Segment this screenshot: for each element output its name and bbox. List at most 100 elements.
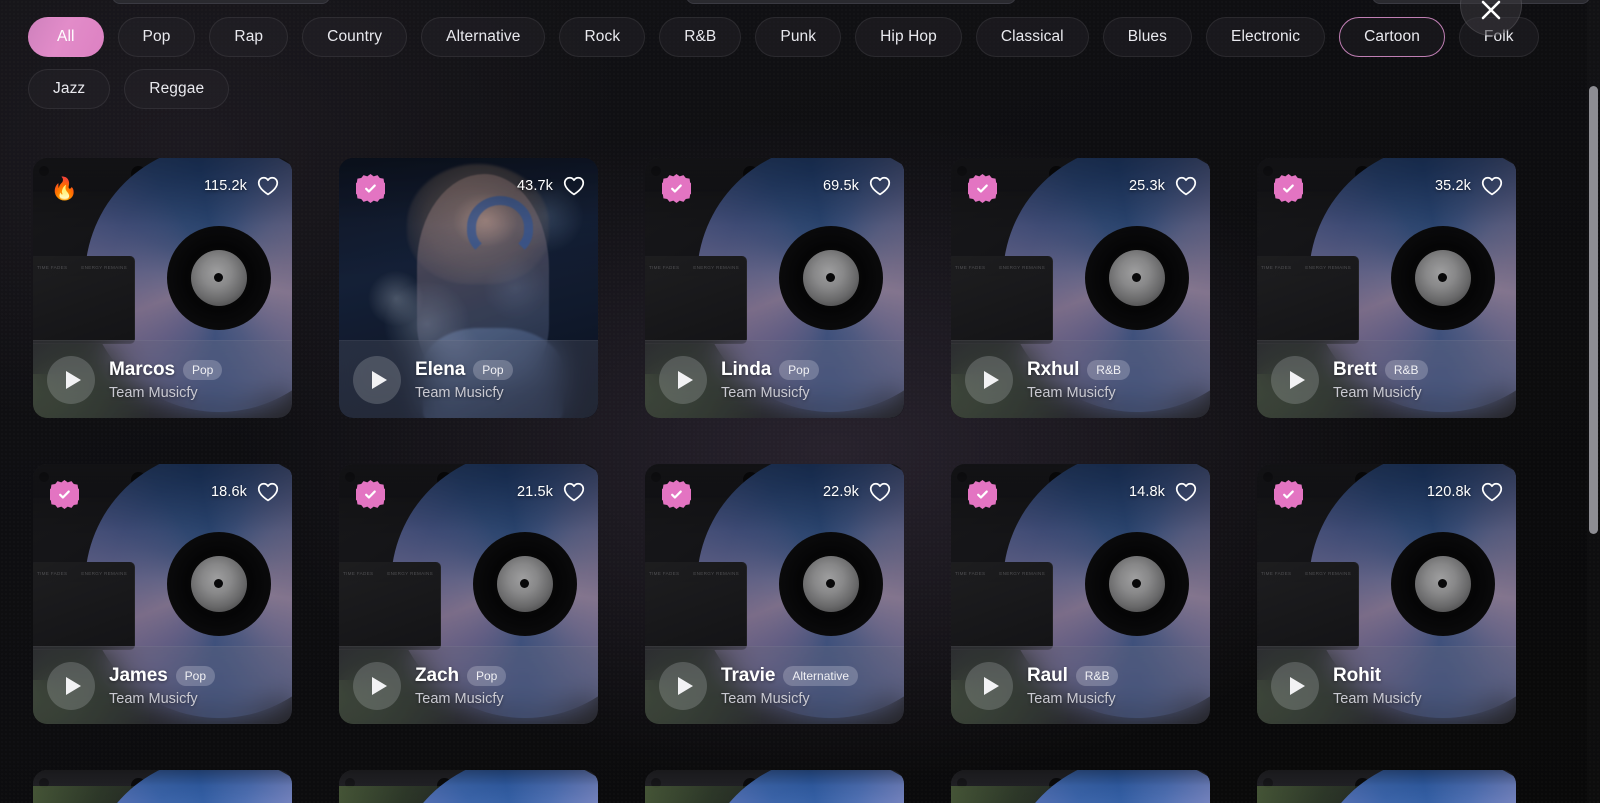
- play-count: 22.9k: [823, 484, 859, 500]
- card-title-row: James Pop: [109, 665, 216, 687]
- play-button[interactable]: [965, 355, 1013, 404]
- card-stats: 18.6k: [211, 482, 279, 502]
- play-button[interactable]: [1271, 661, 1319, 710]
- genre-chip-classical[interactable]: Classical: [975, 17, 1089, 57]
- voice-card[interactable]: TIME FADES ENERGY REMAINS 120.8k Rohit Team …: [1257, 464, 1516, 724]
- voice-name: Travie: [721, 664, 776, 686]
- verified-badge[interactable]: [662, 480, 691, 509]
- verified-badge[interactable]: [356, 480, 385, 509]
- verified-badge[interactable]: [1274, 480, 1303, 509]
- card-title-row: Linda Pop: [721, 359, 819, 381]
- voice-card[interactable]: TIME FADESENERGY REMAINS: [33, 770, 292, 803]
- voice-name: Linda: [721, 358, 772, 380]
- verified-badge[interactable]: [662, 174, 691, 203]
- deck-knob: [1049, 778, 1064, 793]
- play-icon: [1289, 370, 1305, 389]
- genre-tag: R&B: [1384, 359, 1428, 380]
- voice-card[interactable]: 43.7k Elena Pop Team Musicfy: [339, 158, 598, 418]
- card-stats: 120.8k: [1427, 482, 1503, 502]
- voice-card[interactable]: TIME FADES ENERGY REMAINS 21.5k Zach Pop Team…: [339, 464, 598, 724]
- genre-chip-jazz[interactable]: Jazz: [28, 69, 111, 109]
- genre-chip-rap[interactable]: Rap: [209, 17, 289, 57]
- vinyl-record: [1003, 770, 1210, 803]
- scrollbar-thumb[interactable]: [1589, 86, 1598, 534]
- favorite-heart-icon[interactable]: [1481, 482, 1503, 502]
- genre-chip-reggae[interactable]: Reggae: [124, 69, 230, 109]
- play-button[interactable]: [47, 355, 95, 404]
- voice-card[interactable]: TIME FADESENERGY REMAINS: [339, 770, 598, 803]
- favorite-heart-icon[interactable]: [1175, 482, 1197, 502]
- voice-card[interactable]: TIME FADES ENERGY REMAINS 69.5k Linda Pop Tea…: [645, 158, 904, 418]
- favorite-heart-icon[interactable]: [869, 176, 891, 196]
- genre-chip-blues[interactable]: Blues: [1102, 17, 1193, 57]
- voice-library-modal: All Pop Rap Country Alternative Rock R&B Punk Hi…: [0, 0, 1600, 803]
- genre-chip-pop[interactable]: Pop: [117, 17, 196, 57]
- play-icon: [677, 370, 693, 389]
- vinyl-record: [391, 770, 598, 803]
- voice-card[interactable]: TIME FADESENERGY REMAINS: [1257, 770, 1516, 803]
- voice-author: Team Musicfy: [1333, 384, 1422, 401]
- favorite-heart-icon[interactable]: [563, 176, 585, 196]
- voice-card[interactable]: TIME FADESENERGY REMAINS: [645, 770, 904, 803]
- verified-badge[interactable]: [50, 480, 79, 509]
- card-artwork: TIME FADESENERGY REMAINS: [951, 770, 1210, 803]
- favorite-heart-icon[interactable]: [257, 176, 279, 196]
- genre-chip-electronic[interactable]: Electronic: [1206, 17, 1326, 57]
- verified-badge[interactable]: [968, 174, 997, 203]
- voice-author: Team Musicfy: [109, 690, 198, 707]
- voice-card[interactable]: TIME FADESENERGY REMAINS: [951, 770, 1210, 803]
- verified-badge[interactable]: [356, 174, 385, 203]
- genre-chip-country[interactable]: Country: [302, 17, 408, 57]
- play-button[interactable]: [353, 661, 401, 710]
- voice-card[interactable]: TIME FADES ENERGY REMAINS 18.6k James Pop Tea…: [33, 464, 292, 724]
- verified-badge[interactable]: [968, 480, 997, 509]
- deck-top-panel: [33, 770, 292, 803]
- play-button[interactable]: [965, 661, 1013, 710]
- voice-card[interactable]: TIME FADES ENERGY REMAINS 22.9k Travie Alter…: [645, 464, 904, 724]
- play-button[interactable]: [353, 355, 401, 404]
- favorite-heart-icon[interactable]: [257, 482, 279, 502]
- genre-tag: Pop: [182, 359, 223, 380]
- deck-knob: [571, 778, 581, 788]
- voice-name: Rohit: [1333, 664, 1382, 686]
- genre-chip-rock[interactable]: Rock: [559, 17, 646, 57]
- voice-card[interactable]: TIME FADES ENERGY REMAINS 🔥 115.2k Marcos Pop…: [33, 158, 292, 418]
- card-stats: 22.9k: [823, 482, 891, 502]
- play-icon: [65, 370, 81, 389]
- voice-card[interactable]: TIME FADES ENERGY REMAINS 35.2k Brett R&B Tea…: [1257, 158, 1516, 418]
- voice-card[interactable]: TIME FADES ENERGY REMAINS 25.3k Rxhul R&B Tea…: [951, 158, 1210, 418]
- deck-knob: [651, 778, 661, 788]
- trending-badge[interactable]: 🔥: [50, 174, 79, 203]
- card-stats: 21.5k: [517, 482, 585, 502]
- card-meta: Travie Alternative Team Musicfy: [721, 664, 859, 707]
- play-button[interactable]: [1271, 355, 1319, 404]
- favorite-heart-icon[interactable]: [1481, 176, 1503, 196]
- play-button[interactable]: [659, 355, 707, 404]
- genre-chip-hip-hop[interactable]: Hip Hop: [855, 17, 962, 57]
- genre-chip-all[interactable]: All: [28, 17, 104, 57]
- play-button[interactable]: [47, 661, 95, 710]
- voice-card[interactable]: TIME FADES ENERGY REMAINS 14.8k Raul R&B Team…: [951, 464, 1210, 724]
- deck-knob: [131, 778, 146, 793]
- play-icon: [983, 676, 999, 695]
- genre-chip-cartoon[interactable]: Cartoon: [1339, 17, 1445, 57]
- play-icon: [371, 676, 387, 695]
- deck-top-panel: [645, 770, 904, 803]
- verified-seal-icon: [662, 174, 691, 203]
- turntable-deck: [339, 770, 598, 803]
- top-cutoff-field-2: [686, 0, 1016, 4]
- genre-chip-r-b[interactable]: R&B: [659, 17, 742, 57]
- verified-badge[interactable]: [1274, 174, 1303, 203]
- play-count: 18.6k: [211, 484, 247, 500]
- favorite-heart-icon[interactable]: [563, 482, 585, 502]
- play-button[interactable]: [659, 661, 707, 710]
- verified-seal-icon: [1274, 480, 1303, 509]
- genre-chip-punk[interactable]: Punk: [755, 17, 842, 57]
- favorite-heart-icon[interactable]: [869, 482, 891, 502]
- voice-name: Marcos: [109, 358, 175, 380]
- deck-knob: [437, 778, 452, 793]
- genre-chip-alternative[interactable]: Alternative: [421, 17, 546, 57]
- favorite-heart-icon[interactable]: [1175, 176, 1197, 196]
- card-meta: Marcos Pop Team Musicfy: [109, 358, 223, 401]
- voice-name: Raul: [1027, 664, 1068, 686]
